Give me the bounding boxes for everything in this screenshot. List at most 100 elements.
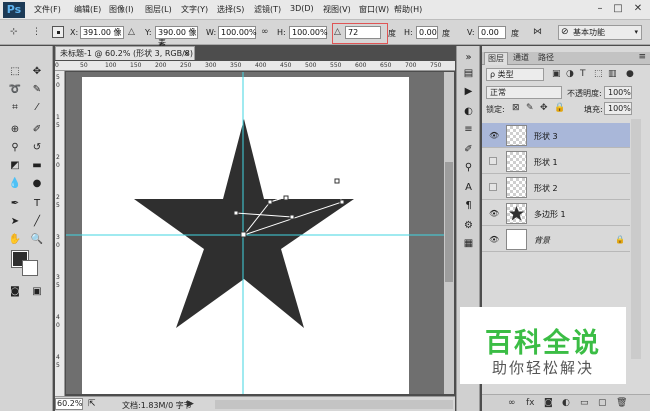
menu-edit[interactable]: 编辑(E) <box>74 4 101 15</box>
tab-channels[interactable]: 通道 <box>510 52 532 65</box>
marquee-tool-icon[interactable]: ⬚ <box>6 64 24 80</box>
history-icon[interactable]: ▤ <box>461 66 476 81</box>
width-field[interactable]: 100.00% <box>218 26 257 39</box>
clone-source-icon[interactable]: ⚲ <box>461 160 476 175</box>
relative-position-icon[interactable]: △ <box>128 27 135 37</box>
zoom-field[interactable]: 60.2% <box>55 398 83 410</box>
new-layer-icon[interactable]: ▢ <box>598 398 607 408</box>
restore-button[interactable]: □ <box>612 2 624 16</box>
visibility-toggle[interactable] <box>489 157 497 165</box>
menu-window[interactable]: 窗口(W) <box>359 4 389 15</box>
tool-presets-icon[interactable]: ⚙ <box>461 218 476 233</box>
healing-brush-icon[interactable]: ⊕ <box>6 122 24 138</box>
lock-all-icon[interactable]: 🔒 <box>554 103 565 113</box>
filter-toggle-icon[interactable]: ● <box>626 69 634 79</box>
tab-paths[interactable]: 路径 <box>535 52 557 65</box>
canvas-area[interactable] <box>66 72 444 394</box>
menu-select[interactable]: 选择(S) <box>217 4 244 15</box>
brush-tool-icon[interactable]: ✐ <box>28 122 46 138</box>
link-icon[interactable]: ∞ <box>261 27 269 37</box>
height-field[interactable]: 100.00% <box>289 26 328 39</box>
close-tab-icon[interactable]: × <box>183 47 190 60</box>
character-icon[interactable]: A <box>461 180 476 195</box>
lock-pixels-icon[interactable]: ✎ <box>526 103 534 113</box>
layer-row[interactable]: 👁 背景 🔒 <box>482 227 630 252</box>
line-tool-icon[interactable]: ╱ <box>28 214 46 230</box>
brush-presets-icon[interactable]: ✐ <box>461 142 476 157</box>
blur-tool-icon[interactable]: 💧 <box>6 176 24 192</box>
eye-icon[interactable]: 👁 <box>489 131 499 140</box>
lock-position-icon[interactable]: ✥ <box>540 103 548 113</box>
anchor-point[interactable] <box>233 210 239 216</box>
lock-transparent-icon[interactable]: ⊠ <box>512 103 520 113</box>
eraser-tool-icon[interactable]: ◩ <box>6 158 24 174</box>
horizontal-scrollbar[interactable] <box>215 400 453 409</box>
layer-scrollbar[interactable] <box>631 119 641 359</box>
export-icon[interactable]: ⇱ <box>88 399 96 409</box>
link-layers-icon[interactable]: ∞ <box>508 398 516 408</box>
menu-view[interactable]: 视图(V) <box>323 4 351 15</box>
document-tab[interactable]: 未标题-1 @ 60.2% (形状 3, RGB/8) * × <box>55 46 195 71</box>
tab-layers[interactable]: 图层 <box>484 52 508 65</box>
anchor-point[interactable] <box>240 231 247 238</box>
hand-tool-icon[interactable]: ✋ <box>6 232 24 248</box>
adjustments-icon[interactable]: ◐ <box>461 104 476 119</box>
type-tool-icon[interactable]: T <box>28 196 46 212</box>
filter-shape-icon[interactable]: ⬚ <box>594 69 603 79</box>
paragraph-icon[interactable]: ¶ <box>461 198 476 213</box>
gradient-tool-icon[interactable]: ▬ <box>28 158 46 174</box>
transform-tool-icon[interactable]: ⊹ <box>10 27 18 37</box>
layer-style-icon[interactable]: fx <box>526 398 535 408</box>
vskew-field[interactable]: 0.00 <box>478 26 506 39</box>
add-mask-icon[interactable]: ◙ <box>544 398 553 408</box>
vertical-scrollbar[interactable] <box>444 72 454 394</box>
move-tool-icon[interactable]: ✥ <box>28 64 46 80</box>
close-button[interactable]: ✕ <box>632 2 644 16</box>
collapse-panels-icon[interactable]: » <box>461 50 476 65</box>
background-color-swatch[interactable] <box>22 260 38 276</box>
new-group-icon[interactable]: ▭ <box>580 398 589 408</box>
warp-icon[interactable]: ⋈ <box>533 27 542 37</box>
eye-icon[interactable]: 👁 <box>489 235 499 244</box>
menu-image[interactable]: 图像(I) <box>109 4 134 15</box>
path-select-icon[interactable]: ➤ <box>6 214 24 230</box>
adjustment-layer-icon[interactable]: ◐ <box>562 398 570 408</box>
lasso-tool-icon[interactable]: ➰ <box>6 82 24 98</box>
filter-adjust-icon[interactable]: ◑ <box>566 69 574 79</box>
blend-mode-select[interactable]: 正常 <box>486 86 562 99</box>
opacity-field[interactable]: 100% <box>604 86 632 99</box>
layer-row[interactable]: 形状 2 <box>482 175 630 200</box>
eye-icon[interactable]: 👁 <box>489 209 499 218</box>
menu-filter[interactable]: 滤镜(T) <box>254 4 281 15</box>
properties-icon[interactable]: ≡ <box>461 122 476 137</box>
star-shape[interactable] <box>134 119 354 328</box>
history-brush-icon[interactable]: ↺ <box>28 140 46 156</box>
status-menu-arrow[interactable]: ▶ <box>187 399 194 409</box>
quick-select-icon[interactable]: ✎ <box>28 82 46 98</box>
clone-stamp-icon[interactable]: ⚲ <box>6 140 24 156</box>
crop-tool-icon[interactable]: ⌗ <box>6 100 24 116</box>
zoom-tool-icon[interactable]: 🔍 <box>28 232 46 248</box>
swatches-icon[interactable]: ▦ <box>461 236 476 251</box>
y-position-field[interactable]: 390.00 像素 <box>155 26 198 48</box>
x-position-field[interactable]: 391.00 像 <box>80 26 124 39</box>
anchor-point[interactable] <box>339 199 345 205</box>
workspace-select[interactable]: ⊘ 基本功能 ▾ <box>558 25 642 40</box>
dodge-tool-icon[interactable]: ● <box>28 176 46 192</box>
eyedropper-icon[interactable]: ⁄ <box>28 100 46 116</box>
menu-help[interactable]: 帮助(H) <box>394 4 422 15</box>
layer-row[interactable]: 👁 形状 3 <box>482 123 630 148</box>
menu-layer[interactable]: 图层(L) <box>145 4 172 15</box>
pen-tool-icon[interactable]: ✒ <box>6 196 24 212</box>
delete-layer-icon[interactable]: 🗑 <box>616 398 627 408</box>
visibility-toggle[interactable] <box>489 183 497 191</box>
layer-filter-select[interactable]: ρ 类型 <box>486 68 544 81</box>
screen-mode-icon[interactable]: ▣ <box>28 284 46 300</box>
layer-row[interactable]: 形状 1 <box>482 149 630 174</box>
reference-point-icon[interactable] <box>52 26 64 38</box>
filter-type-icon[interactable]: T <box>580 69 586 79</box>
layer-row[interactable]: 👁 多边形 1 <box>482 201 630 226</box>
filter-smart-icon[interactable]: ▥ <box>608 69 617 79</box>
quick-mask-icon[interactable]: ◙ <box>6 284 24 300</box>
hskew-field[interactable]: 0.00 <box>416 26 438 39</box>
